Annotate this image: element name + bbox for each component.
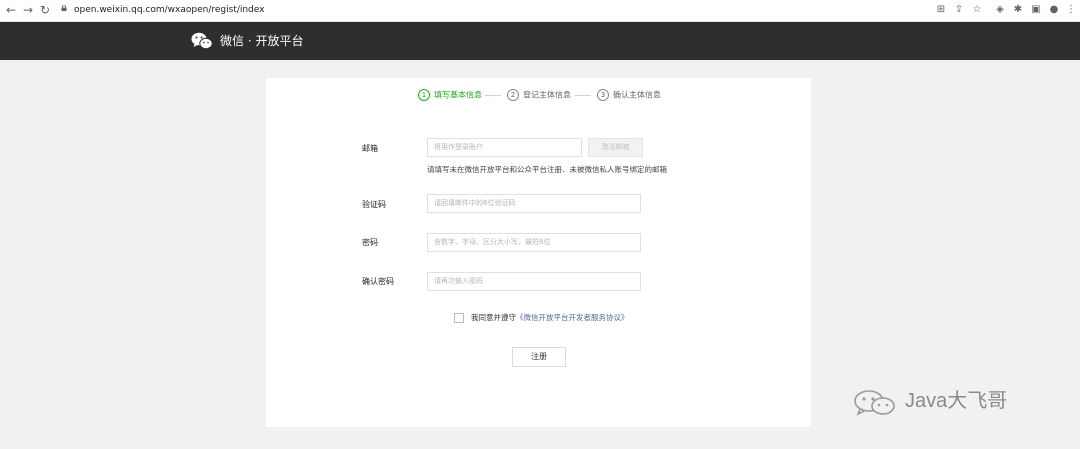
- back-icon[interactable]: ←: [3, 2, 19, 18]
- watermark-text: Java大飞哥: [905, 390, 1008, 412]
- agreement-link[interactable]: 《微信开放平台开发者服务协议》: [516, 313, 629, 322]
- puzzle-icon[interactable]: ✱: [1011, 3, 1025, 17]
- star-icon[interactable]: ☆: [970, 3, 984, 17]
- site-title[interactable]: 微信 · 开放平台: [220, 33, 303, 49]
- wechat-watermark-icon: [854, 390, 895, 416]
- confirm-password-field[interactable]: 请再次输入密码: [427, 272, 641, 291]
- step-3: 3 确认主体信息: [597, 89, 661, 102]
- address-bar[interactable]: open.weixin.qq.com/wxaopen/regist/index: [74, 3, 264, 17]
- step-number: 2: [507, 89, 519, 101]
- code-field[interactable]: 请回填邮件中的6位验证码: [427, 194, 641, 213]
- browser-toolbar: ← → ↻ open.weixin.qq.com/wxaopen/regist/…: [0, 0, 1080, 22]
- wechat-logo-icon: [191, 32, 213, 50]
- agreement-row: 我同意并遵守《微信开放平台开发者服务协议》: [454, 312, 629, 324]
- password-field[interactable]: 含数字、字母、区分大小写，最短8位: [427, 233, 641, 252]
- reload-icon[interactable]: ↻: [37, 2, 53, 18]
- translate-icon[interactable]: ⊞: [934, 3, 948, 17]
- step-label: 登记主体信息: [523, 90, 571, 100]
- forward-icon[interactable]: →: [20, 2, 36, 18]
- step-connector: [485, 95, 501, 96]
- confirm-password-label: 确认密码: [362, 277, 394, 286]
- sidepanel-icon[interactable]: ▣: [1029, 3, 1043, 17]
- step-label: 确认主体信息: [613, 90, 661, 100]
- code-label: 验证码: [362, 200, 386, 209]
- lock-icon: [61, 5, 67, 11]
- send-activation-button[interactable]: 激活邮箱: [588, 138, 643, 157]
- menu-icon[interactable]: ⋮: [1064, 3, 1078, 17]
- password-label: 密码: [362, 238, 378, 247]
- profile-icon[interactable]: ●: [1047, 3, 1061, 17]
- share-icon[interactable]: ⇪: [952, 3, 966, 17]
- email-label: 邮箱: [362, 144, 378, 153]
- site-header: 微信 · 开放平台: [0, 22, 1080, 60]
- step-1: 1 填写基本信息: [418, 89, 482, 102]
- email-hint: 请填写未在微信开放平台和公众平台注册、未被微信私人账号绑定的邮箱: [427, 165, 667, 174]
- step-2: 2 登记主体信息: [507, 89, 571, 102]
- step-connector: [575, 95, 591, 96]
- register-button[interactable]: 注册: [512, 347, 566, 367]
- email-field[interactable]: 将用作登录账户: [427, 138, 582, 157]
- step-number: 1: [418, 89, 430, 101]
- agree-text: 我同意并遵守: [471, 313, 516, 322]
- step-number: 3: [597, 89, 609, 101]
- agree-checkbox[interactable]: [454, 313, 464, 323]
- extension-icon[interactable]: ◈: [993, 3, 1007, 17]
- step-label: 填写基本信息: [434, 90, 482, 100]
- registration-card: 1 填写基本信息 2 登记主体信息 3 确认主体信息 邮箱 将用作登录账户 激活邮箱 …: [266, 78, 811, 427]
